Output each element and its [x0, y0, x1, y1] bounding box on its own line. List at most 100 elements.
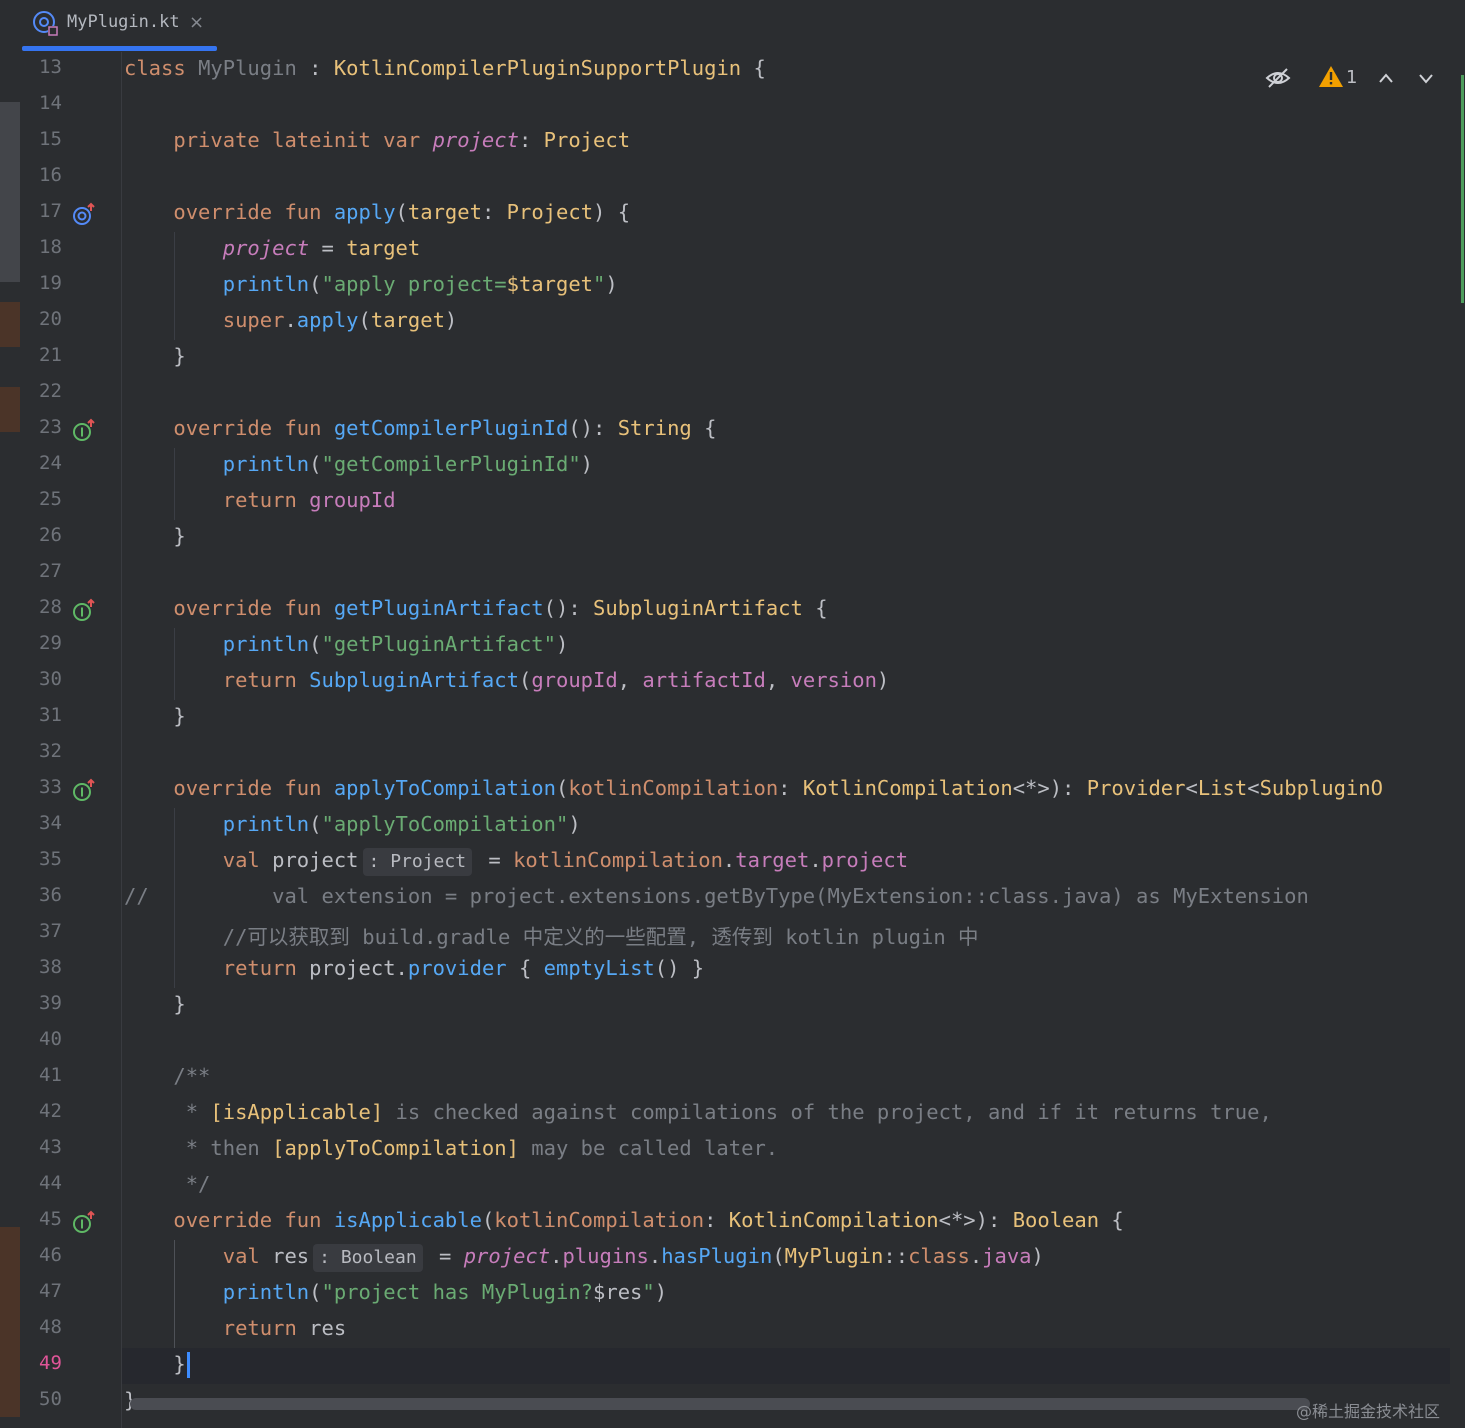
line-number[interactable]: 50 — [39, 1388, 79, 1410]
code-line[interactable]: 28 override fun getPluginArtifact(): Sub… — [0, 592, 1465, 628]
line-number[interactable]: 24 — [39, 452, 79, 474]
code-text[interactable]: class MyPlugin : KotlinCompilerPluginSup… — [124, 56, 766, 80]
code-text[interactable]: return res — [124, 1316, 346, 1340]
line-number[interactable]: 35 — [39, 848, 79, 870]
code-line[interactable]: 20 super.apply(target) — [0, 304, 1465, 340]
line-number[interactable]: 20 — [39, 308, 79, 330]
line-number[interactable]: 32 — [39, 740, 79, 762]
code-text[interactable]: //可以获取到 build.gradle 中定义的一些配置, 透传到 kotli… — [124, 920, 979, 950]
code-line[interactable]: 42 * [isApplicable] is checked against c… — [0, 1096, 1465, 1132]
code-line[interactable]: 30 return SubpluginArtifact(groupId, art… — [0, 664, 1465, 700]
code-text[interactable]: } — [124, 1352, 190, 1378]
code-line[interactable]: 41 /** — [0, 1060, 1465, 1096]
implement-icon[interactable] — [72, 418, 98, 448]
code-line[interactable]: 27 — [0, 556, 1465, 592]
line-number[interactable]: 47 — [39, 1280, 79, 1302]
implement-icon[interactable] — [72, 1210, 98, 1240]
code-text[interactable]: override fun applyToCompilation(kotlinCo… — [124, 776, 1383, 800]
eye-hidden-icon[interactable] — [1264, 64, 1292, 96]
line-number[interactable]: 27 — [39, 560, 79, 582]
code-text[interactable]: } — [124, 524, 185, 548]
code-line[interactable]: 46 val res: Boolean = project.plugins.ha… — [0, 1240, 1465, 1276]
code-line[interactable]: 47 println("project has MyPlugin?$res") — [0, 1276, 1465, 1312]
tab-myplugin-kt[interactable]: MyPlugin.kt × — [22, 0, 217, 48]
line-number[interactable]: 29 — [39, 632, 79, 654]
code-line[interactable]: 29 println("getPluginArtifact") — [0, 628, 1465, 664]
code-line[interactable]: 31 } — [0, 700, 1465, 736]
code-line[interactable]: 22 — [0, 376, 1465, 412]
line-number[interactable]: 18 — [39, 236, 79, 258]
line-number[interactable]: 39 — [39, 992, 79, 1014]
code-line[interactable]: 24 println("getCompilerPluginId") — [0, 448, 1465, 484]
code-line[interactable]: 48 return res — [0, 1312, 1465, 1348]
line-number[interactable]: 26 — [39, 524, 79, 546]
chevron-down-icon[interactable] — [1416, 64, 1436, 96]
code-text[interactable]: override fun isApplicable(kotlinCompilat… — [124, 1208, 1123, 1232]
code-line[interactable]: 35 val project: Project = kotlinCompilat… — [0, 844, 1465, 880]
code-line[interactable]: 18 project = target — [0, 232, 1465, 268]
code-text[interactable]: */ — [124, 1172, 211, 1196]
code-line[interactable]: 33 override fun applyToCompilation(kotli… — [0, 772, 1465, 808]
line-number[interactable]: 25 — [39, 488, 79, 510]
implement-icon[interactable] — [72, 598, 98, 628]
code-text[interactable]: } — [124, 704, 185, 728]
code-line[interactable]: 15 private lateinit var project: Project — [0, 124, 1465, 160]
code-line[interactable]: 45 override fun isApplicable(kotlinCompi… — [0, 1204, 1465, 1240]
line-number[interactable]: 40 — [39, 1028, 79, 1050]
line-number[interactable]: 19 — [39, 272, 79, 294]
code-text[interactable]: override fun getPluginArtifact(): Subplu… — [124, 596, 827, 620]
code-text[interactable]: super.apply(target) — [124, 308, 458, 332]
line-number[interactable]: 31 — [39, 704, 79, 726]
line-number[interactable]: 43 — [39, 1136, 79, 1158]
line-number[interactable]: 15 — [39, 128, 79, 150]
code-text[interactable]: private lateinit var project: Project — [124, 128, 630, 152]
line-number[interactable]: 34 — [39, 812, 79, 834]
line-number[interactable]: 22 — [39, 380, 79, 402]
line-number[interactable]: 41 — [39, 1064, 79, 1086]
code-text[interactable]: /** — [124, 1064, 210, 1088]
line-number[interactable]: 21 — [39, 344, 79, 366]
override-icon[interactable] — [72, 202, 98, 232]
code-line[interactable]: 21 } — [0, 340, 1465, 376]
code-line[interactable]: 25 return groupId — [0, 484, 1465, 520]
code-line[interactable]: 34 println("applyToCompilation") — [0, 808, 1465, 844]
code-line[interactable]: 16 — [0, 160, 1465, 196]
vertical-scrollbar[interactable] — [1461, 75, 1464, 303]
line-number[interactable]: 16 — [39, 164, 79, 186]
line-number[interactable]: 38 — [39, 956, 79, 978]
code-line[interactable]: 49 } — [0, 1348, 1465, 1384]
line-number[interactable]: 36 — [39, 884, 79, 906]
code-line[interactable]: 38 return project.provider { emptyList()… — [0, 952, 1465, 988]
line-number[interactable]: 44 — [39, 1172, 79, 1194]
code-text[interactable]: } — [124, 992, 185, 1016]
code-text[interactable]: val project: Project = kotlinCompilation… — [124, 848, 908, 876]
line-number[interactable]: 46 — [39, 1244, 79, 1266]
code-text[interactable]: project = target — [124, 236, 421, 260]
line-number[interactable]: 42 — [39, 1100, 79, 1122]
code-line[interactable]: 43 * then [applyToCompilation] may be ca… — [0, 1132, 1465, 1168]
code-text[interactable]: val res: Boolean = project.plugins.hasPl… — [124, 1244, 1044, 1272]
code-line[interactable]: 19 println("apply project=$target") — [0, 268, 1465, 304]
code-line[interactable]: 39 } — [0, 988, 1465, 1024]
code-text[interactable]: println("applyToCompilation") — [124, 812, 581, 836]
line-number[interactable]: 13 — [39, 56, 79, 78]
code-line[interactable]: 44 */ — [0, 1168, 1465, 1204]
chevron-up-icon[interactable] — [1376, 64, 1396, 96]
code-line[interactable]: 37 //可以获取到 build.gradle 中定义的一些配置, 透传到 ko… — [0, 916, 1465, 952]
close-icon[interactable]: × — [189, 12, 204, 33]
code-line[interactable]: 36 // val extension = project.extensions.… — [0, 880, 1465, 916]
code-text[interactable]: return SubpluginArtifact(groupId, artifa… — [124, 668, 890, 692]
code-text[interactable]: println("apply project=$target") — [124, 272, 618, 296]
implement-icon[interactable] — [72, 778, 98, 808]
code-text[interactable]: override fun apply(target: Project) { — [124, 200, 630, 224]
horizontal-scrollbar[interactable] — [130, 1398, 1310, 1410]
code-text[interactable]: println("getCompilerPluginId") — [124, 452, 593, 476]
code-text[interactable]: override fun getCompilerPluginId(): Stri… — [124, 416, 716, 440]
code-text[interactable]: // val extension = project.extensions.ge… — [124, 884, 1309, 908]
line-number[interactable]: 49 — [39, 1352, 79, 1374]
code-line[interactable]: 40 — [0, 1024, 1465, 1060]
line-number[interactable]: 48 — [39, 1316, 79, 1338]
code-text[interactable]: } — [124, 344, 185, 368]
code-text[interactable]: * then [applyToCompilation] may be calle… — [124, 1136, 778, 1160]
line-number[interactable]: 30 — [39, 668, 79, 690]
